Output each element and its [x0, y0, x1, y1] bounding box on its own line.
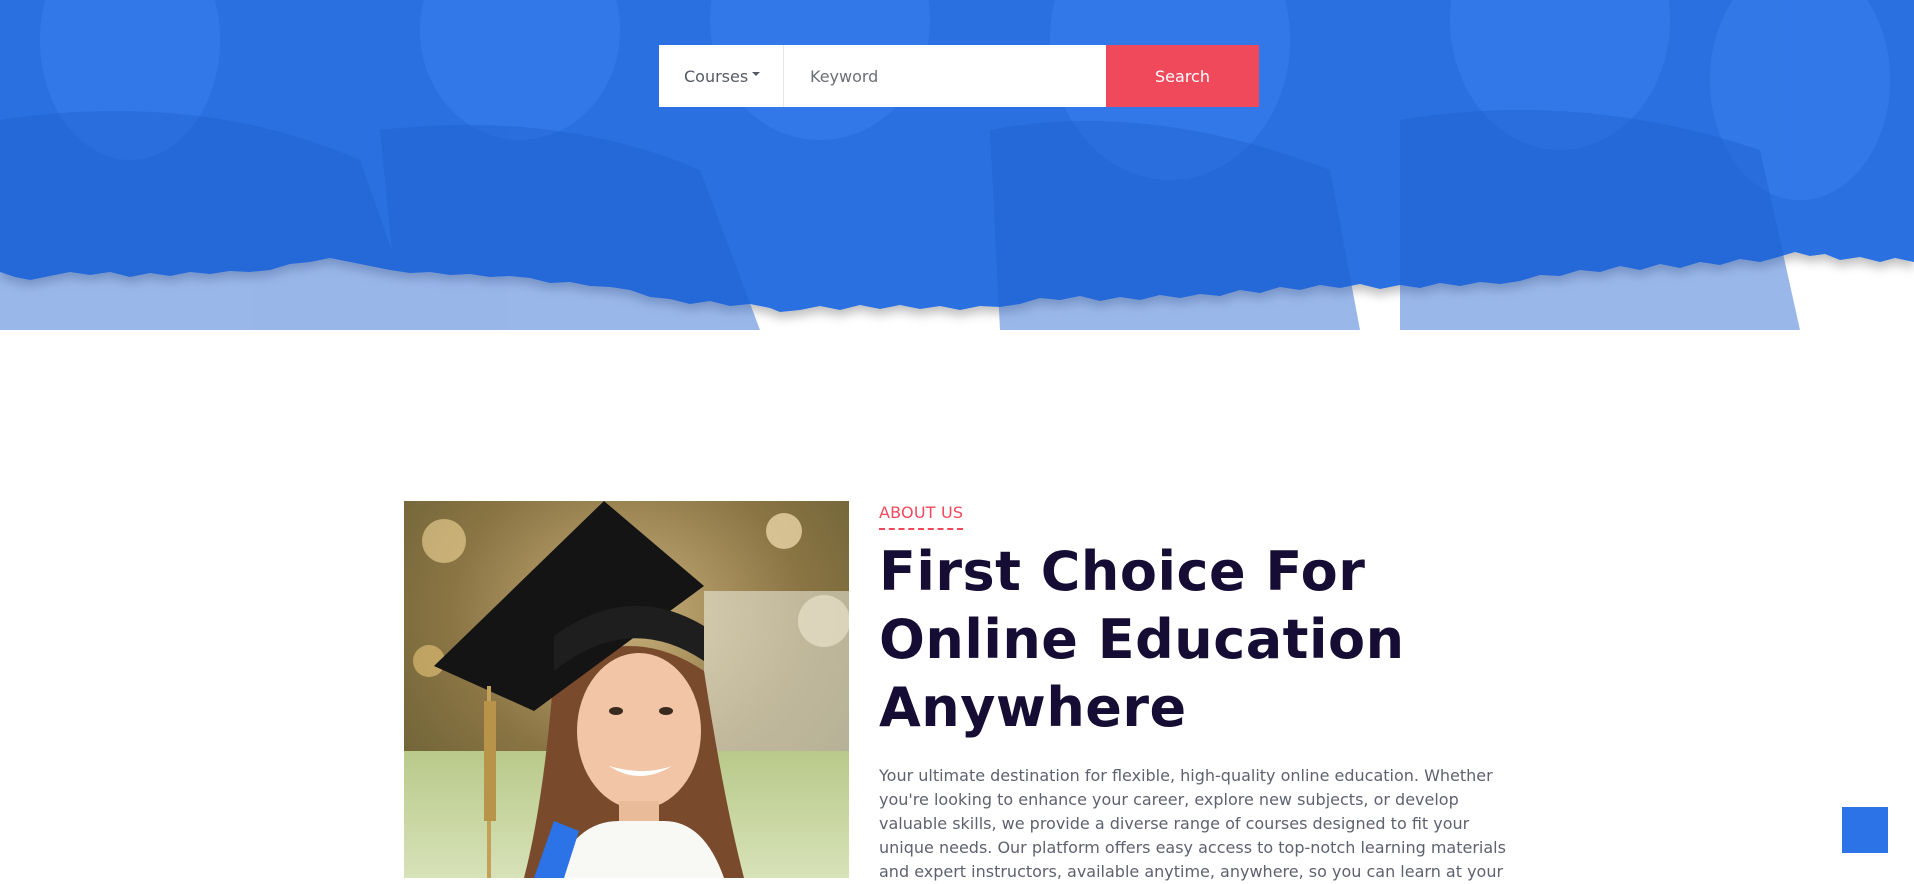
- search-button[interactable]: Search: [1106, 45, 1259, 107]
- about-description: Your ultimate destination for flexible, …: [879, 766, 1506, 881]
- hero-banner: Courses Search: [0, 0, 1914, 330]
- caret-down-icon: [752, 72, 761, 76]
- graduate-photo: [404, 501, 849, 878]
- about-title: First Choice For Online Education Anywhe…: [879, 540, 1405, 739]
- course-category-label: Courses: [684, 66, 749, 86]
- search-bar: Courses Search: [659, 45, 1259, 107]
- keyword-input[interactable]: [784, 45, 1106, 107]
- back-to-top-button[interactable]: [1842, 807, 1888, 853]
- about-eyebrow: ABOUT US: [879, 503, 964, 530]
- course-category-dropdown[interactable]: Courses: [659, 45, 784, 107]
